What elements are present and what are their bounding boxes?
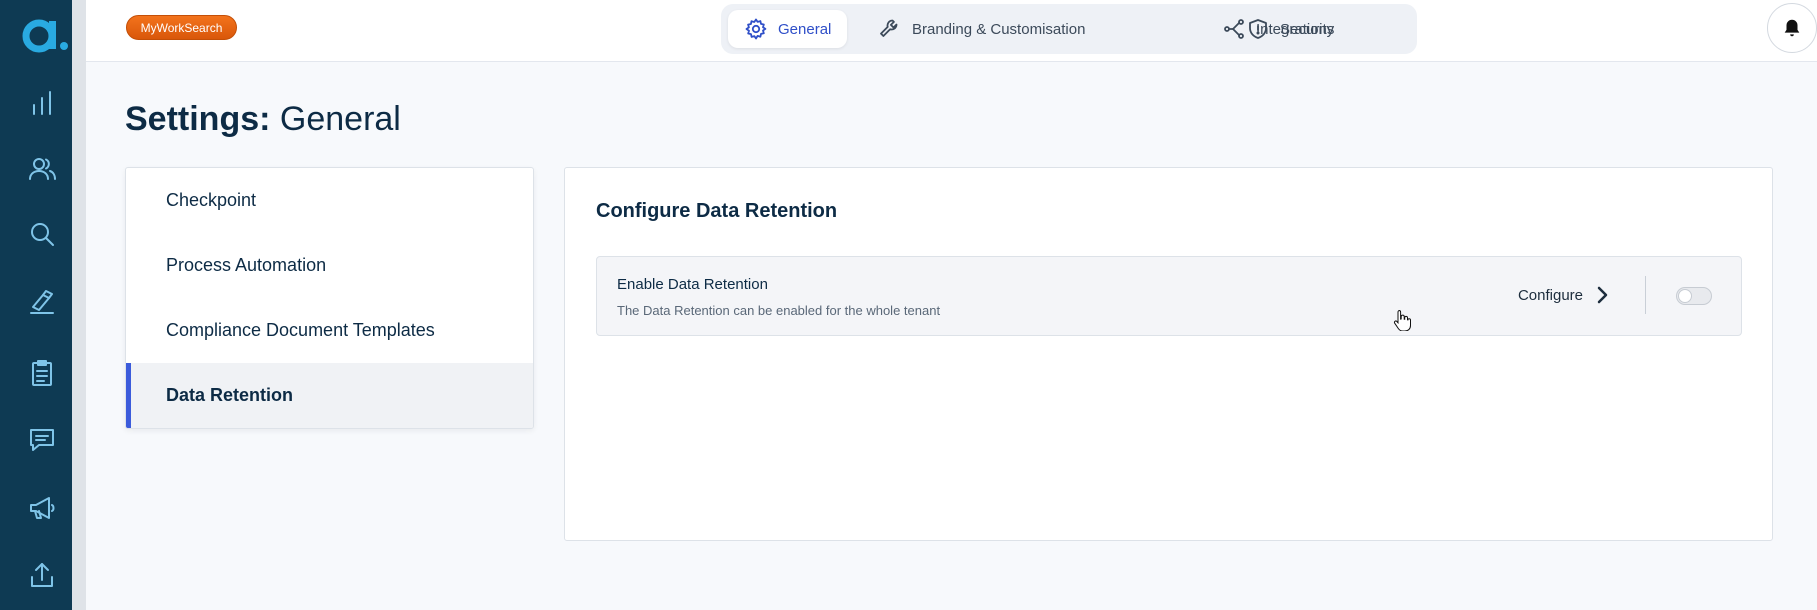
divider [1645,276,1646,314]
chevron-right-icon [1597,286,1608,304]
gear-icon [745,18,767,40]
side-item-checkpoint[interactable]: Checkpoint [126,168,533,233]
notifications-button[interactable] [1767,3,1817,53]
hand-cursor-icon [1393,310,1411,331]
data-retention-toggle[interactable] [1676,287,1712,305]
page-title: Settings: General [125,100,401,139]
side-item-label: Data Retention [166,385,294,405]
shield-icon [1249,19,1267,39]
rail-divider [72,0,86,610]
users-icon[interactable] [24,151,60,187]
left-rail [0,0,72,610]
side-item-compliance-document-templates[interactable]: Compliance Document Templates [126,298,533,363]
tab-security-placeholder [1381,10,1413,48]
wrench-icon [880,19,898,37]
side-item-label: Compliance Document Templates [166,320,435,340]
data-retention-panel: Configure Data Retention Enable Data Ret… [564,167,1773,541]
panel-title: Configure Data Retention [596,200,838,222]
analytics-icon[interactable] [24,85,60,121]
data-retention-setting: Enable Data Retention The Data Retention… [596,256,1742,336]
upload-icon[interactable] [24,557,60,593]
top-bar: MyWorkSearch General Branding & Customis… [86,0,1817,62]
tab-general[interactable]: General [728,10,848,48]
megaphone-icon[interactable] [24,490,60,526]
side-item-data-retention[interactable]: Data Retention [126,363,533,428]
bell-icon [1784,19,1800,37]
clipboard-icon[interactable] [24,355,60,391]
tab-security[interactable]: Security [1230,10,1350,48]
toggle-knob [1678,289,1692,303]
tab-general-label: General [778,20,832,38]
setting-description: The Data Retention can be enabled for th… [617,303,941,318]
side-item-label: Process Automation [166,255,327,275]
settings-side-menu: Checkpoint Process Automation Compliance… [125,167,534,429]
side-item-label: Checkpoint [166,190,257,210]
page-title-section: General [279,100,401,138]
app-logo[interactable] [18,10,70,54]
setting-name: Enable Data Retention [617,276,768,293]
page-title-bold: Settings: [125,100,271,138]
brand-badge[interactable]: MyWorkSearch [126,15,237,40]
chat-icon[interactable] [24,422,60,458]
search-icon[interactable] [24,216,60,252]
side-item-process-automation[interactable]: Process Automation [126,233,533,298]
configure-label: Configure [1517,286,1583,304]
tab-branding-label: Branding & Customisation [912,20,1086,38]
pen-icon[interactable] [24,284,60,320]
tab-security-label: Security [1280,20,1335,38]
tab-branding[interactable]: Branding & Customisation [862,10,1101,48]
configure-button[interactable]: Configure [1518,285,1609,305]
